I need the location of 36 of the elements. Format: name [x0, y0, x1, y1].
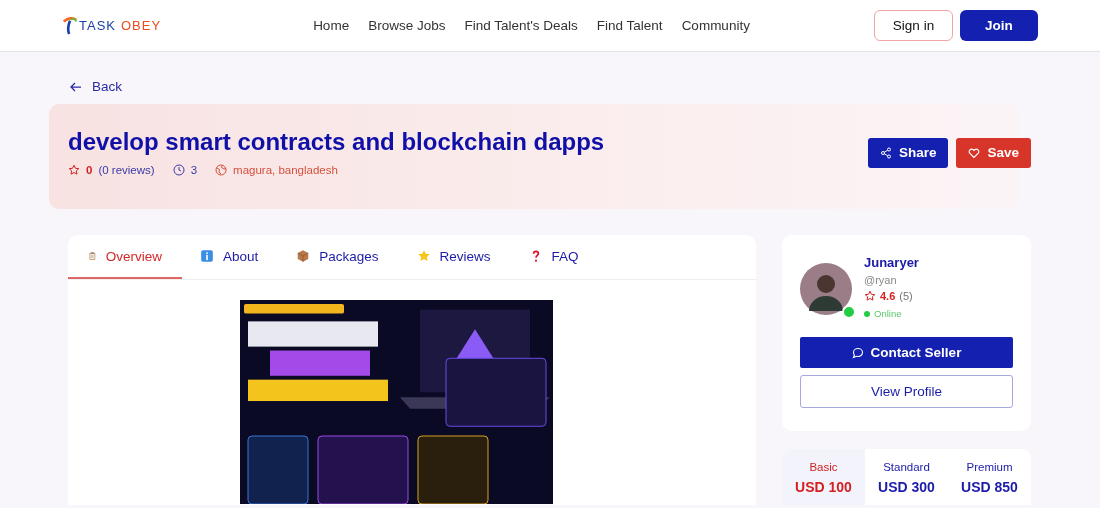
package-name: Standard [883, 461, 930, 473]
logo-text[interactable]: TASK [79, 18, 116, 33]
tab[interactable]: Overview [68, 235, 182, 279]
package-name: Basic [809, 461, 838, 473]
nav-link[interactable]: Find Talent [596, 18, 663, 33]
logo-text[interactable]: OBEY [121, 18, 162, 33]
seller-name[interactable]: Junaryer [864, 255, 919, 270]
package-tab[interactable]: Basic USD 100 [782, 449, 865, 505]
sign-in-button[interactable]: Sign in [874, 10, 953, 41]
nav-link[interactable]: Browse Jobs [368, 18, 446, 33]
join-button[interactable]: Join [960, 10, 1038, 41]
nav-link[interactable]: Community [681, 18, 750, 33]
share-button[interactable]: Share [867, 137, 949, 168]
package-name: Premium [966, 461, 1013, 473]
rating-count: (5) [899, 290, 913, 302]
review-count: (0 reviews) [98, 163, 155, 176]
back-link[interactable]: Back [70, 79, 122, 94]
nav-link[interactable]: Home [313, 18, 350, 33]
order-count: 3 [190, 163, 198, 176]
tab[interactable]: Packages [276, 235, 399, 279]
package-price: USD 100 [795, 479, 852, 495]
package-price: USD 850 [961, 479, 1018, 495]
save-button[interactable]: Save [956, 137, 1031, 168]
tab[interactable]: FAQ [508, 235, 599, 279]
tab[interactable]: About [180, 235, 279, 279]
gig-title: develop smart contracts and blockchain dapps [68, 127, 606, 156]
status-text: Online [874, 308, 902, 319]
tab[interactable]: Reviews [396, 235, 511, 279]
view-profile-button[interactable]: View Profile [800, 375, 1013, 408]
package-price: USD 300 [878, 479, 935, 495]
rating-value: 4.6 [880, 290, 896, 302]
nav-link[interactable]: Find Talent's Deals [464, 18, 578, 33]
rating-value: 0 [86, 163, 93, 176]
seller-handle: @ryan [864, 274, 898, 286]
contact-seller-button[interactable]: Contact Seller [800, 337, 1013, 368]
location-text: magura, bangladesh [233, 163, 338, 176]
